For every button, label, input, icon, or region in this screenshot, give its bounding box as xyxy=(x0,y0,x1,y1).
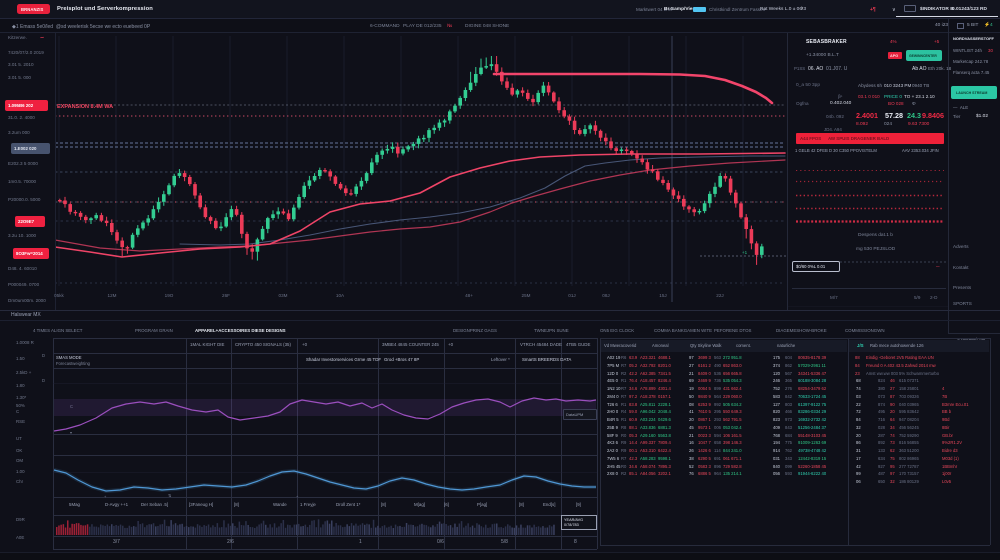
svg-text:+1: +1 xyxy=(742,250,748,255)
svg-text:EXPANSION 8.4M WA: EXPANSION 8.4M WA xyxy=(57,104,113,110)
